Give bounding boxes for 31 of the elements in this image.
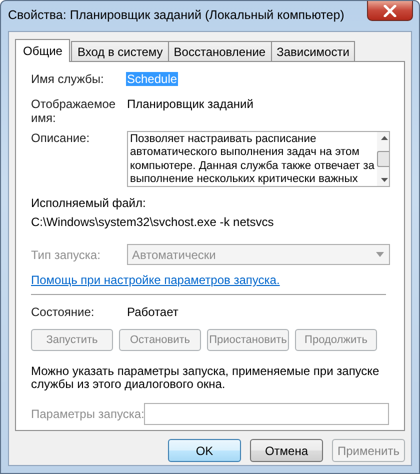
status-value: Работает	[127, 305, 178, 319]
display-name-value: Планировщик заданий	[127, 97, 254, 111]
scrollbar[interactable]	[376, 132, 389, 186]
description-line: автоматического выполнения задач на этом	[130, 146, 360, 160]
description-box[interactable]: Позволяет настраивать расписание автоматического выполнения задач на этом компьютере. Данная служба также отвечает за выполнение нескольких критически важных	[127, 131, 390, 187]
dialog-button[interactable]: Отмена	[250, 439, 323, 462]
hint-text: Можно указать параметры запуска, применяемые при запуске службы из этого диалогового окна.	[31, 365, 380, 391]
close-icon	[383, 4, 397, 16]
help-link[interactable]: Помощь при настройке параметров запуска.	[31, 273, 280, 287]
executable-path: C:\Windows\system32\svchost.exe -k netsvcs	[31, 215, 275, 229]
field-label: Исполняемый файл:	[31, 196, 147, 210]
dropdown-caret-icon	[376, 252, 384, 257]
tab[interactable]: Вход в систему	[71, 41, 169, 61]
close-button[interactable]	[367, 1, 413, 21]
field-label: Параметры запуска:	[31, 407, 144, 421]
tab[interactable]: Зависимости	[270, 41, 356, 61]
field-label: Имя службы:	[31, 72, 105, 86]
description-line: выполнение нескольких критически важных	[130, 172, 359, 186]
tab[interactable]: Восстановление	[168, 41, 272, 61]
description-line: Позволяет настраивать расписание	[130, 133, 318, 146]
tab[interactable]: Общие	[15, 39, 70, 62]
field-label: Тип запуска:	[31, 248, 102, 262]
dialog-button[interactable]: OK	[168, 439, 241, 462]
scroll-down-icon	[380, 178, 388, 182]
field-label: Описание:	[31, 131, 91, 145]
field-label: Состояние:	[31, 305, 96, 319]
window-title: Свойства: Планировщик заданий (Локальный компьютер)	[8, 8, 344, 22]
field-label: Отображаемое имя:	[31, 97, 117, 125]
service-name-value: Schedule	[126, 72, 178, 86]
scroll-up-icon	[380, 136, 388, 140]
description-line: компьютере. Данная служба также отвечает за	[130, 160, 375, 173]
